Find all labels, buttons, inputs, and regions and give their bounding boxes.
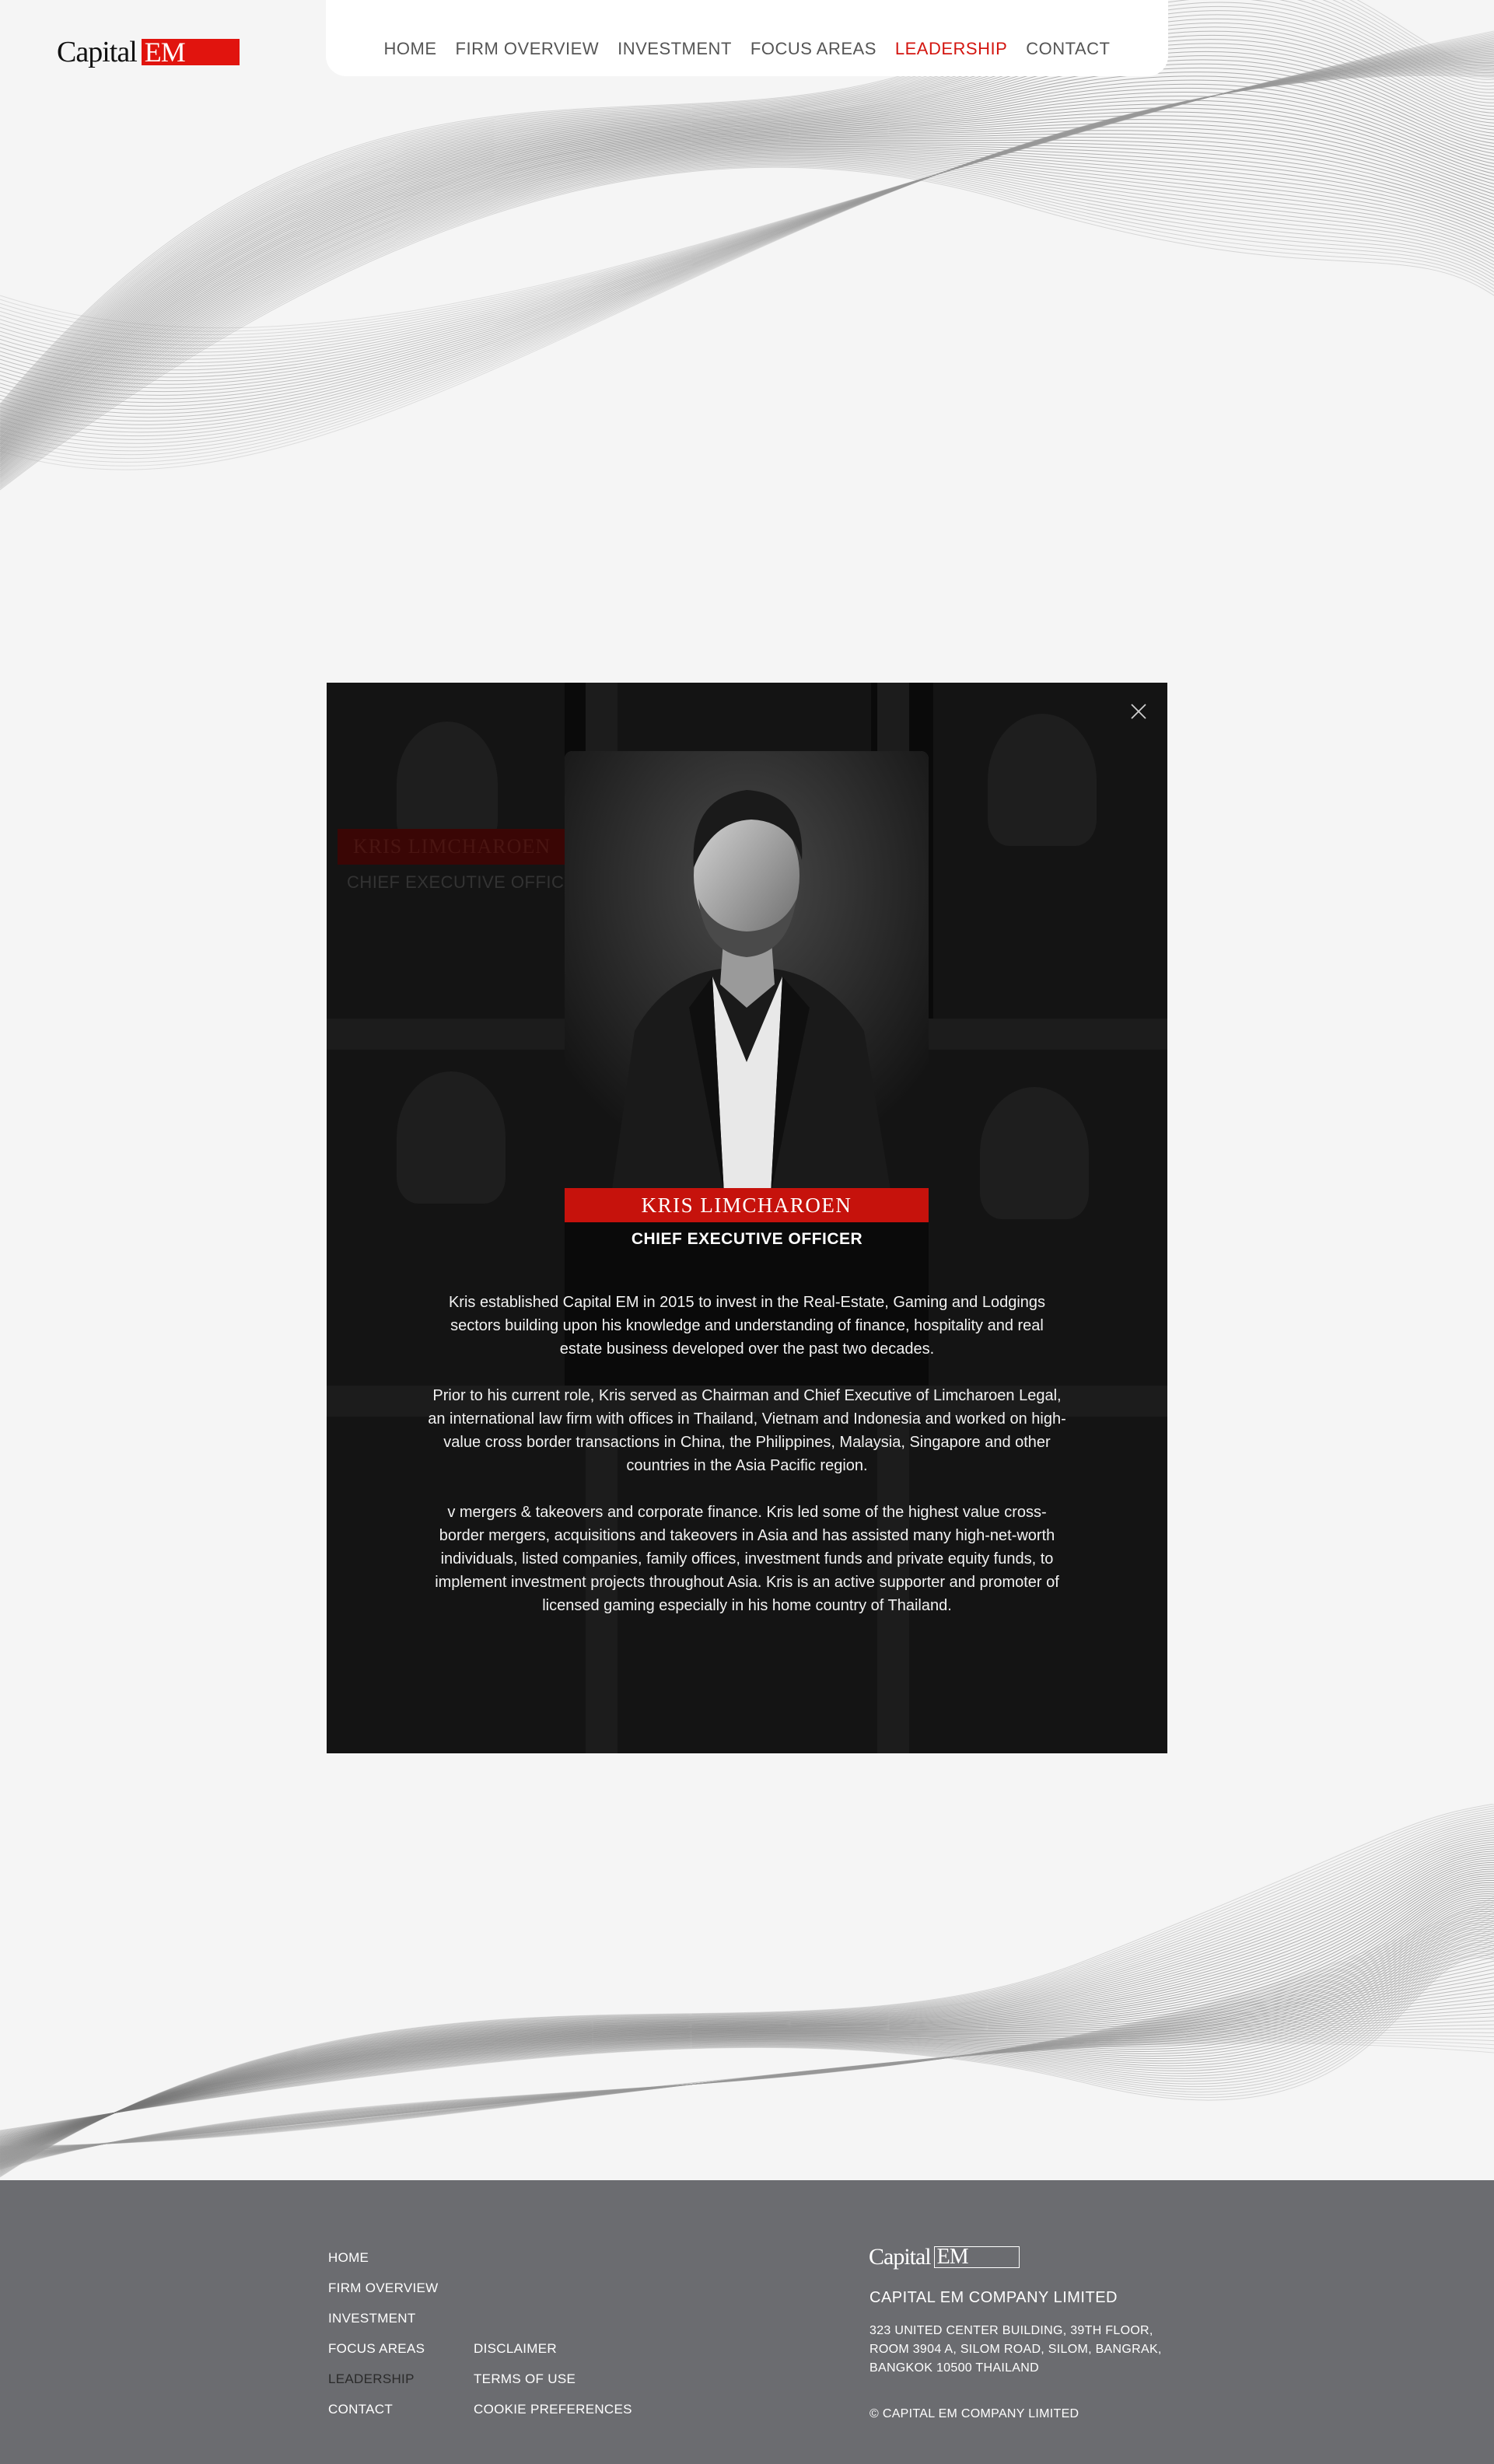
footer-address: 323 UNITED CENTER BUILDING, 39TH FLOOR, … bbox=[869, 2322, 1196, 2378]
footer-company-name: CAPITAL EM COMPANY LIMITED bbox=[869, 2289, 1118, 2306]
footer-link-contact[interactable]: CONTACT bbox=[328, 2402, 393, 2417]
footer-link-investment[interactable]: INVESTMENT bbox=[328, 2311, 416, 2326]
footer-link-firm-overview[interactable]: FIRM OVERVIEW bbox=[328, 2281, 439, 2296]
nav-contact[interactable]: CONTACT bbox=[1026, 39, 1110, 59]
footer-link-terms[interactable]: TERMS OF USE bbox=[474, 2371, 576, 2387]
bio-paragraph: v mergers & takeovers and corporate fina… bbox=[435, 1504, 1059, 1614]
footer-logo-mark: EM bbox=[933, 2246, 1020, 2268]
wave-decoration-bottom bbox=[0, 1804, 1494, 2178]
bg-leader-photo bbox=[988, 714, 1097, 846]
nav-leadership[interactable]: LEADERSHIP bbox=[895, 39, 1007, 59]
footer-logo-word: Capital bbox=[869, 2244, 932, 2270]
leader-bio: Kris established Capital EM in 2015 to i… bbox=[428, 1291, 1066, 1641]
bg-divider bbox=[877, 683, 909, 751]
bg-card bbox=[618, 683, 871, 751]
footer-link-focus-areas[interactable]: FOCUS AREAS bbox=[328, 2341, 425, 2357]
address-line: ROOM 3904 A, SILOM ROAD, SILOM, BANGRAK, bbox=[869, 2343, 1162, 2356]
main-nav: HOME FIRM OVERVIEW INVESTMENT FOCUS AREA… bbox=[326, 0, 1168, 76]
logo-mark: EM bbox=[141, 38, 240, 66]
address-line: BANGKOK 10500 THAILAND bbox=[869, 2361, 1039, 2375]
footer-link-leadership[interactable]: LEADERSHIP bbox=[328, 2371, 415, 2387]
nav-home[interactable]: HOME bbox=[384, 39, 437, 59]
bg-divider bbox=[586, 683, 618, 751]
footer-copyright: © CAPITAL EM COMPANY LIMITED bbox=[869, 2407, 1079, 2420]
leader-modal: KRIS LIMCHAROEN CHIEF EXECUTIVE OFFICER bbox=[327, 683, 1167, 1753]
bg-leader-title: CHIEF EXECUTIVE OFFICER bbox=[347, 872, 589, 892]
nav-focus-areas[interactable]: FOCUS AREAS bbox=[750, 39, 876, 59]
leader-portrait bbox=[565, 751, 929, 1194]
nav-firm-overview[interactable]: FIRM OVERVIEW bbox=[456, 39, 600, 59]
close-icon[interactable] bbox=[1130, 703, 1147, 720]
footer-link-home[interactable]: HOME bbox=[328, 2250, 369, 2266]
bg-divider bbox=[327, 1019, 565, 1050]
footer-logo[interactable]: Capital EM bbox=[869, 2244, 1020, 2270]
site-footer: HOME FIRM OVERVIEW INVESTMENT FOCUS AREA… bbox=[0, 2180, 1494, 2464]
address-line: 323 UNITED CENTER BUILDING, 39TH FLOOR, bbox=[869, 2324, 1153, 2337]
bio-paragraph: Kris established Capital EM in 2015 to i… bbox=[448, 1294, 1046, 1358]
footer-link-cookie-preferences[interactable]: COOKIE PREFERENCES bbox=[474, 2402, 632, 2417]
bg-leader-photo bbox=[397, 1071, 506, 1204]
bio-paragraph: Prior to his current role, Kris served a… bbox=[428, 1387, 1066, 1474]
leader-name: KRIS LIMCHAROEN bbox=[565, 1188, 929, 1222]
leader-role: CHIEF EXECUTIVE OFFICER bbox=[631, 1230, 863, 1248]
bg-divider bbox=[929, 1019, 1167, 1050]
bg-leader-photo bbox=[397, 722, 498, 846]
logo-word: Capital bbox=[57, 36, 138, 68]
bg-leader-name: KRIS LIMCHAROEN bbox=[338, 829, 566, 865]
footer-link-disclaimer[interactable]: DISCLAIMER bbox=[474, 2341, 557, 2357]
site-logo[interactable]: Capital EM bbox=[57, 34, 240, 70]
nav-investment[interactable]: INVESTMENT bbox=[618, 39, 732, 59]
bg-leader-photo bbox=[980, 1087, 1089, 1219]
